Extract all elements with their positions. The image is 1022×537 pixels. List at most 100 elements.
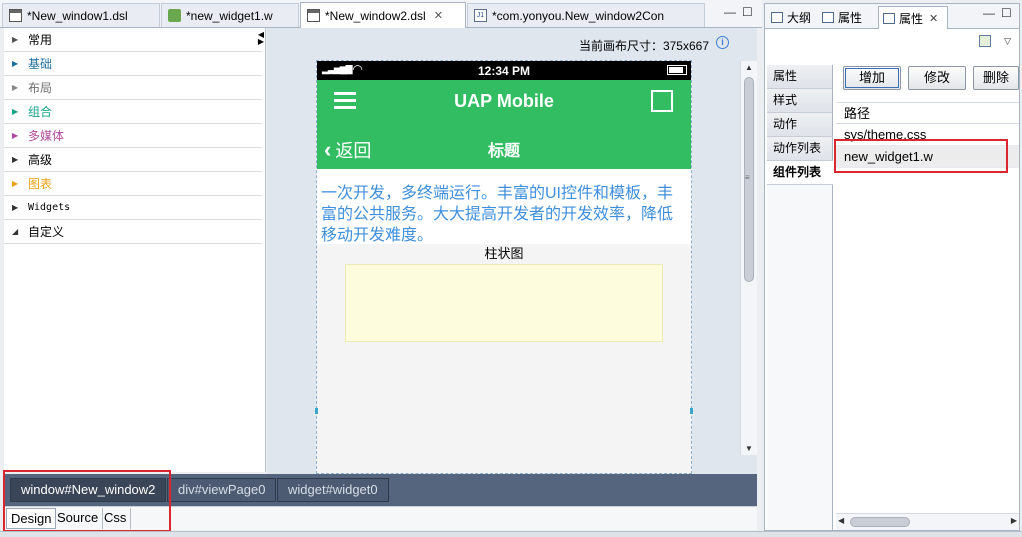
- expand-arrow-icon: ▶: [12, 155, 19, 164]
- tab-new-window1[interactable]: *New_window1.dsl: [2, 3, 160, 27]
- status-time: 12:34 PM: [477, 63, 531, 78]
- chevron-down-icon[interactable]: ▽: [1004, 36, 1011, 47]
- bar-chart-widget[interactable]: [345, 264, 663, 342]
- dsl-file-icon: [307, 9, 320, 22]
- intro-text[interactable]: 一次开发，多终端运行。丰富的UI控件和模板，丰富的公共服务。大大提高开发者的开发…: [317, 169, 691, 244]
- tab-label: 属性: [838, 10, 863, 25]
- scroll-left-icon[interactable]: ◀: [838, 516, 844, 525]
- maximize-icon[interactable]: ☐: [742, 5, 753, 19]
- property-side-tabs: 属性 样式 动作 动作列表 组件列表: [767, 65, 833, 530]
- tab-label: 属性: [899, 11, 924, 26]
- palette-item-label: Widgets: [28, 202, 71, 213]
- tab-java-class[interactable]: J1 *com.yonyou.New_window2Con: [467, 3, 705, 27]
- phone-preview[interactable]: ▂▃▅▆▇ ◠ 12:34 PM UAP Mobile ‹ 返回 标题 一次开发…: [315, 60, 693, 474]
- table-scrollbar[interactable]: ◀ ▶: [836, 513, 1019, 530]
- phone-status-bar: ▂▃▅▆▇ ◠ 12:34 PM: [317, 61, 691, 80]
- table-header-path[interactable]: 路径: [836, 103, 1019, 124]
- canvas-size-label: 当前画布尺寸：375x667: [578, 39, 709, 53]
- highlight-box: [834, 139, 1008, 173]
- tab-new-window2[interactable]: *New_window2.dsl ✕: [300, 2, 466, 28]
- edit-button[interactable]: 修改: [908, 66, 966, 90]
- signal-icon: ▂▃▅▆▇: [322, 64, 353, 74]
- delete-button[interactable]: 删除: [973, 66, 1019, 90]
- panel-tab-strip: 大纲 属性 属性 ✕ — ☐: [765, 4, 1019, 29]
- palette-item-custom[interactable]: ◢ 自定义: [4, 220, 262, 244]
- expand-arrow-icon: ▶: [12, 179, 19, 188]
- palette-item-label: 基础: [28, 57, 53, 71]
- editor-tab-strip: *New_window1.dsl *new_widget1.w *New_win…: [0, 0, 762, 28]
- palette-item-layout[interactable]: ▶ 布局: [4, 76, 262, 100]
- palette-item-label: 常用: [28, 33, 53, 47]
- palette-item-basic[interactable]: ▶ 基础: [4, 52, 262, 76]
- side-tab-action-list[interactable]: 动作列表: [767, 137, 833, 161]
- resize-handle[interactable]: [690, 408, 693, 414]
- app-header[interactable]: UAP Mobile: [317, 80, 691, 125]
- component-palette: ◀ ▶ ▶ 常用 ▶ 基础 ▶ 布局 ▶ 组合 ▶ 多媒体 ▶ 高级 ▶ 图表 ▶…: [4, 28, 266, 472]
- page-title: 标题: [487, 143, 520, 160]
- palette-item-label: 图表: [28, 177, 53, 191]
- info-icon[interactable]: i: [716, 36, 729, 49]
- properties-icon: [883, 12, 895, 24]
- properties-icon: [822, 11, 834, 23]
- palette-item-widgets[interactable]: ▶ Widgets: [4, 196, 262, 220]
- tab-outline[interactable]: 大纲: [767, 6, 817, 28]
- collapse-arrow-icon: ◢: [12, 227, 19, 236]
- minimize-icon[interactable]: —: [983, 6, 995, 20]
- tab-label: *New_window2.dsl: [325, 8, 426, 23]
- breadcrumb-item[interactable]: widget#widget0: [277, 478, 389, 502]
- expand-arrow-icon: ▶: [12, 35, 19, 44]
- palette-item-common[interactable]: ▶ 常用: [4, 28, 262, 52]
- highlight-box: [3, 470, 171, 532]
- maximize-icon[interactable]: ☐: [1001, 6, 1012, 20]
- expand-arrow-icon: ▶: [12, 59, 19, 68]
- wifi-icon: ◠: [353, 62, 363, 76]
- java-file-icon: J1: [474, 9, 487, 22]
- palette-item-label: 组合: [28, 105, 53, 119]
- palette-item-chart[interactable]: ▶ 图表: [4, 172, 262, 196]
- palette-item-combo[interactable]: ▶ 组合: [4, 100, 262, 124]
- dsl-file-icon: [9, 9, 22, 22]
- expand-arrow-icon: ▶: [12, 131, 19, 140]
- tab-properties[interactable]: 属性: [818, 6, 876, 28]
- resize-handle[interactable]: [315, 408, 318, 414]
- battery-icon: [667, 65, 687, 75]
- scroll-down-icon[interactable]: ▼: [745, 444, 753, 453]
- palette-item-label: 高级: [28, 153, 53, 167]
- side-tab-component-list[interactable]: 组件列表: [767, 161, 833, 185]
- side-tab-style[interactable]: 样式: [767, 89, 833, 113]
- scroll-right-icon[interactable]: ▶: [1011, 516, 1017, 525]
- outline-icon: [771, 11, 783, 23]
- tab-properties-active[interactable]: 属性 ✕: [878, 6, 948, 29]
- expand-arrow-icon: ▶: [12, 83, 19, 92]
- grip-icon: ≡: [745, 173, 750, 182]
- widget-file-icon: [168, 9, 181, 22]
- design-canvas[interactable]: 当前画布尺寸：375x667 i ▂▃▅▆▇ ◠ 12:34 PM UAP Mo…: [267, 28, 757, 474]
- add-button[interactable]: 增加: [843, 66, 901, 90]
- scroll-up-icon[interactable]: ▲: [745, 63, 753, 72]
- palette-item-label: 多媒体: [28, 129, 65, 143]
- page-navbar[interactable]: ‹ 返回 标题: [317, 125, 691, 169]
- canvas-scrollbar[interactable]: ▲ ≡ ▼: [740, 61, 757, 455]
- tab-new-widget1[interactable]: *new_widget1.w: [161, 3, 299, 27]
- tab-label: *new_widget1.w: [186, 8, 273, 23]
- edit-icon[interactable]: [651, 90, 673, 112]
- side-tab-attributes[interactable]: 属性: [767, 65, 833, 89]
- expand-arrow-icon: ▶: [12, 107, 19, 116]
- properties-panel: 大纲 属性 属性 ✕ — ☐ ▽ 属性 样式 动作 动作列表 组件列表 增加 修…: [764, 3, 1020, 531]
- scrollbar-thumb[interactable]: [850, 517, 910, 527]
- side-tab-filler: [767, 185, 833, 530]
- palette-item-multimedia[interactable]: ▶ 多媒体: [4, 124, 262, 148]
- close-icon[interactable]: ✕: [929, 12, 938, 25]
- minimize-icon[interactable]: —: [724, 5, 736, 19]
- close-icon[interactable]: ✕: [434, 9, 443, 22]
- panel-toolbar: ▽: [765, 30, 1019, 54]
- palette-item-advanced[interactable]: ▶ 高级: [4, 148, 262, 172]
- pin-icon[interactable]: [979, 35, 991, 47]
- component-list-pane: 增加 修改 删除 路径 sys/theme.css new_widget1.w …: [833, 56, 1019, 530]
- tab-label: *com.yonyou.New_window2Con: [492, 8, 665, 23]
- breadcrumb-item[interactable]: div#viewPage0: [167, 478, 277, 502]
- expand-arrow-icon: ▶: [12, 203, 19, 212]
- palette-item-label: 布局: [28, 81, 53, 95]
- tab-label: 大纲: [787, 10, 812, 25]
- side-tab-actions[interactable]: 动作: [767, 113, 833, 137]
